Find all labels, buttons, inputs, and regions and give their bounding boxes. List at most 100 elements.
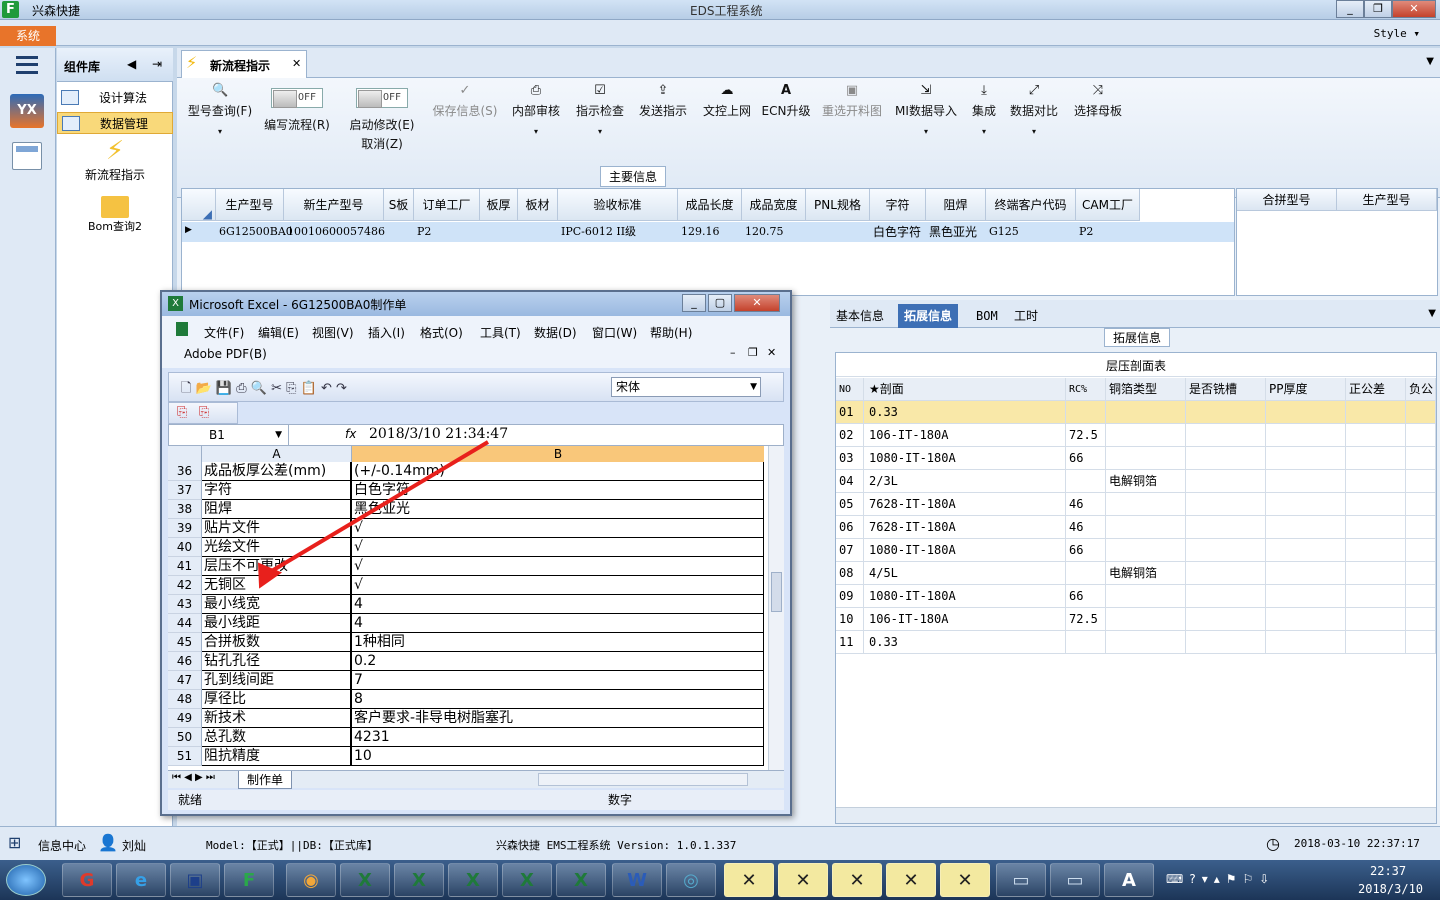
lamination-row[interactable]: 05 7628-IT-180A 46 [836, 493, 1436, 516]
yx-module-icon[interactable]: YX [10, 94, 44, 128]
excel-minimize-button[interactable]: _ [682, 294, 706, 312]
tool-icon[interactable]: ✕ [832, 863, 882, 897]
taskbar-app-icon[interactable]: G [62, 863, 112, 897]
column-header[interactable]: 是否铣槽 [1186, 378, 1266, 401]
cell-b[interactable]: √ [352, 576, 764, 595]
vertical-scrollbar[interactable] [768, 446, 784, 770]
worksheet-row[interactable]: 37 字符 白色字符 [168, 481, 768, 500]
cell-b[interactable]: 1种相同 [352, 633, 764, 652]
collapse-left-icon[interactable]: ◀ [127, 57, 136, 71]
column-header[interactable]: PNL规格 [806, 189, 870, 221]
lamination-row[interactable]: 01 0.33 [836, 401, 1436, 424]
lamination-row[interactable]: 04 2/3L 电解铜箔 [836, 470, 1436, 493]
select-master-board-button[interactable]: ⤨ 选择母板 [1071, 84, 1125, 119]
excel-window[interactable]: X Microsoft Excel - 6G12500BA0制作单 _ ▢ ✕ … [160, 290, 792, 816]
system-menu[interactable]: 系统 [0, 26, 56, 46]
row-number[interactable]: 42 [168, 576, 202, 595]
name-box[interactable]: B1 ▼ [169, 425, 289, 445]
column-header[interactable]: RC% [1066, 378, 1106, 401]
column-header[interactable]: 铜箔类型 [1106, 378, 1186, 401]
column-header[interactable]: 成品长度 [678, 189, 742, 221]
cell-a[interactable]: 总孔数 [202, 728, 352, 747]
doc-control-upload-button[interactable]: ☁ 文控上网 [699, 84, 755, 119]
tool-icon[interactable]: ✕ [778, 863, 828, 897]
eds-app-icon[interactable]: F [224, 863, 274, 897]
shell-icon[interactable]: ◉ [286, 863, 336, 897]
row-number[interactable]: 43 [168, 595, 202, 614]
excel-close-button[interactable]: ✕ [734, 294, 780, 312]
chevron-down-icon[interactable]: ▼ [1428, 308, 1436, 319]
style-menu[interactable]: Style ▾ [1374, 27, 1420, 40]
internal-review-button[interactable]: ⎙ 内部审核 ▾ [509, 84, 563, 137]
lamination-row[interactable]: 10 106-IT-180A 72.5 [836, 608, 1436, 631]
write-flow-toggle[interactable]: OFF 编写流程(R) [259, 84, 335, 133]
cell-a[interactable]: 最小线距 [202, 614, 352, 633]
integrate-button[interactable]: ⤓ 集成 ▾ [967, 84, 1001, 137]
cell-b[interactable]: 4231 [352, 728, 764, 747]
restore-button[interactable]: ❐ [1364, 0, 1392, 18]
column-header-a[interactable]: A [202, 446, 352, 462]
calculator-icon[interactable] [12, 142, 42, 170]
ie-icon[interactable]: e [116, 863, 166, 897]
row-number[interactable]: 44 [168, 614, 202, 633]
cell-b[interactable]: 黑色亚光 [352, 500, 764, 519]
menu-adobe-pdf[interactable]: Adobe PDF(B) [184, 347, 267, 361]
tool-icon[interactable]: ✕ [886, 863, 936, 897]
row-number[interactable]: 46 [168, 652, 202, 671]
cell-a[interactable]: 字符 [202, 481, 352, 500]
column-header[interactable]: 终端客户代码 [986, 189, 1076, 221]
worksheet-row[interactable]: 46 钻孔孔径 0.2 [168, 652, 768, 671]
lamination-row[interactable]: 03 1080-IT-180A 66 [836, 447, 1436, 470]
worksheet[interactable]: A B 36 成品板厚公差(mm) (+/-0.14mm) 37 字符 白色字符 38 阻焊黑… [168, 446, 768, 770]
close-button[interactable]: ✕ [1392, 0, 1436, 18]
row-number[interactable]: 50 [168, 728, 202, 747]
cell-a[interactable]: 成品板厚公差(mm) [202, 462, 352, 481]
tool-icon[interactable]: ✕ [724, 863, 774, 897]
save-icon[interactable]: ▣ [170, 863, 220, 897]
row-number[interactable]: 45 [168, 633, 202, 652]
row-number[interactable]: 49 [168, 709, 202, 728]
menu-insert[interactable]: 插入(I) [368, 324, 405, 341]
cell-b[interactable]: √ [352, 538, 764, 557]
nav-item-design-algorithm[interactable]: 设计算法 [57, 87, 173, 109]
excel-taskbar-icon[interactable]: X [448, 863, 498, 897]
shortcut-new-flow[interactable]: ⚡ 新流程指示 [57, 136, 173, 186]
cell-a[interactable]: 最小线宽 [202, 595, 352, 614]
worksheet-row[interactable]: 39 贴片文件 √ [168, 519, 768, 538]
column-header[interactable]: 阻焊 [926, 189, 986, 221]
text-app-icon[interactable]: A [1104, 863, 1154, 897]
menu-help[interactable]: 帮助(H) [650, 324, 692, 341]
menu-format[interactable]: 格式(O) [420, 324, 463, 341]
column-header[interactable]: 正公差 [1346, 378, 1406, 401]
worksheet-row[interactable]: 45 合拼板数 1种相同 [168, 633, 768, 652]
cell-a[interactable]: 合拼板数 [202, 633, 352, 652]
cell-b[interactable]: 0.2 [352, 652, 764, 671]
row-number[interactable]: 38 [168, 500, 202, 519]
cell-a[interactable]: 孔到线间距 [202, 671, 352, 690]
worksheet-row[interactable]: 40 光绘文件 √ [168, 538, 768, 557]
row-number[interactable]: 36 [168, 462, 202, 481]
row-number[interactable]: 39 [168, 519, 202, 538]
tab-man-hours[interactable]: 工时 [1008, 304, 1044, 328]
worksheet-row[interactable]: 42 无铜区 √ [168, 576, 768, 595]
worksheet-row[interactable]: 49 新技术 客户要求-非导电树脂塞孔 [168, 709, 768, 728]
menu-edit[interactable]: 编辑(E) [258, 324, 299, 341]
send-instruction-button[interactable]: ⇪ 发送指示 [635, 84, 691, 119]
model-query-button[interactable]: 🔍 型号查询(F) ▾ [185, 84, 255, 137]
save-info-button[interactable]: ✓ 保存信息(S) [427, 84, 503, 119]
column-header[interactable]: CAM工厂 [1076, 189, 1140, 221]
row-number[interactable]: 48 [168, 690, 202, 709]
reselect-cutting-button[interactable]: ▣ 重选开料图 [819, 84, 885, 119]
cell-a[interactable]: 贴片文件 [202, 519, 352, 538]
cell-a[interactable]: 新技术 [202, 709, 352, 728]
cell-a[interactable]: 厚径比 [202, 690, 352, 709]
toggle-switch[interactable]: OFF [356, 88, 408, 108]
system-tray-icons[interactable]: ⌨?▾▴⚑⚐⇩ [1166, 872, 1275, 886]
grid-icon[interactable]: ⊞ [8, 833, 28, 853]
menu-view[interactable]: 视图(V) [312, 324, 354, 341]
column-header[interactable]: NO [836, 378, 864, 401]
table-row[interactable]: ▶ 6G12500BA0 10010600057486 P2 IPC-6012 … [182, 222, 1234, 242]
row-number[interactable]: 41 [168, 557, 202, 576]
toolbar-icons[interactable]: 🗋 📂 💾 ⎙ 🔍 ✂ ⎘ 📋 ↶ ↷ [181, 379, 347, 401]
start-button[interactable] [6, 864, 46, 896]
